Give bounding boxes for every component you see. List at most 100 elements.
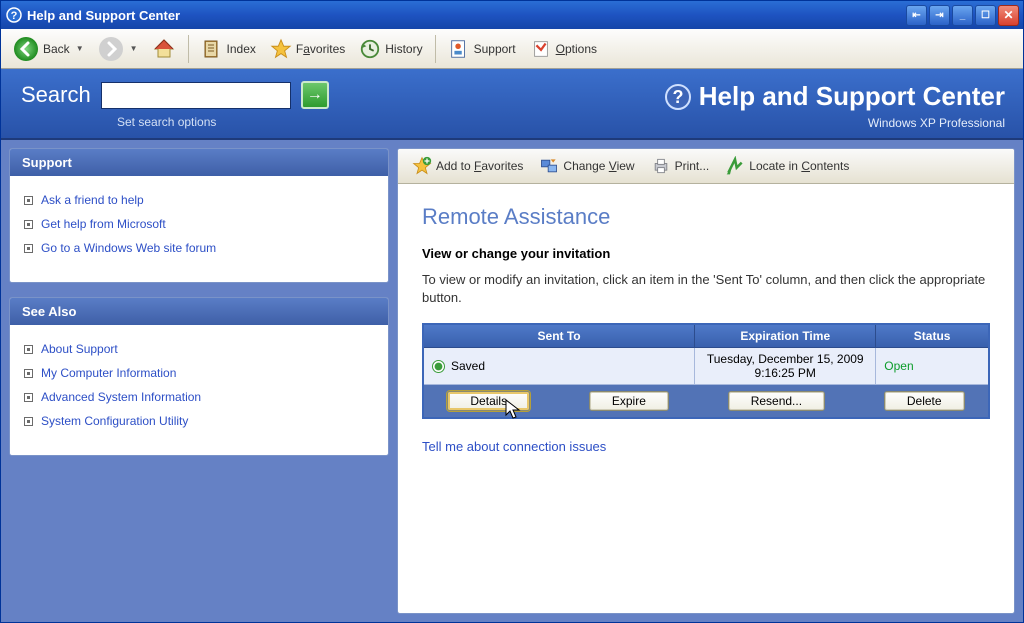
content-text: To view or modify an invitation, click a… [422,271,990,307]
svg-text:?: ? [672,87,683,107]
list-item: Go to a Windows Web site forum [24,236,374,260]
window-buttons: ⇤ ⇥ _ ☐ ✕ [906,5,1019,26]
page-title: Help and Support Center [699,81,1005,112]
print-button[interactable]: Print... [645,153,716,179]
content-subheading: View or change your invitation [422,246,990,261]
col-expiration: Expiration Time [695,324,876,348]
support-panel: Support Ask a friend to help Get help fr… [9,148,389,283]
options-icon [530,38,552,60]
invitation-radio[interactable] [432,360,445,373]
history-button[interactable]: History [353,35,428,63]
set-search-options-link[interactable]: Set search options [117,115,329,129]
home-button[interactable] [146,34,182,64]
star-plus-icon [412,156,432,176]
search-left: Search → Set search options [21,81,329,129]
table-row[interactable]: Saved Tuesday, December 15, 2009 9:16:25… [423,348,989,385]
expire-button[interactable]: Expire [589,391,669,411]
seealso-panel: See Also About Support My Computer Infor… [9,297,389,456]
advanced-system-info-link[interactable]: Advanced System Information [41,390,201,404]
minimize-button[interactable]: _ [952,5,973,26]
support-button[interactable]: Support [442,35,522,63]
locate-in-contents-button[interactable]: Locate in Contents [719,153,855,179]
help-support-window: ? Help and Support Center ⇤ ⇥ _ ☐ ✕ Back… [0,0,1024,623]
arrow-right-icon: → [307,86,323,104]
dock-right-button[interactable]: ⇥ [929,5,950,26]
add-fav-label: Add to Favorites [436,159,523,173]
index-button[interactable]: Index [195,35,262,63]
print-label: Print... [675,159,710,173]
panel-header-support: Support [10,149,388,176]
titlebar: ? Help and Support Center ⇤ ⇥ _ ☐ ✕ [1,1,1023,29]
history-label: History [385,42,422,56]
dock-left-button[interactable]: ⇤ [906,5,927,26]
close-button[interactable]: ✕ [998,5,1019,26]
locate-icon [725,156,745,176]
add-to-favorites-button[interactable]: Add to Favorites [406,153,529,179]
windows-forum-link[interactable]: Go to a Windows Web site forum [41,241,216,255]
body-area: Support Ask a friend to help Get help fr… [1,140,1023,622]
support-label: Support [474,42,516,56]
col-status: Status [876,324,989,348]
expiration-value: Tuesday, December 15, 2009 9:16:25 PM [695,348,876,385]
list-item: My Computer Information [24,361,374,385]
change-view-label: Change View [563,159,634,173]
system-config-utility-link[interactable]: System Configuration Utility [41,414,188,428]
forward-button[interactable]: ▼ [92,33,144,65]
index-label: Index [227,42,256,56]
ask-friend-link[interactable]: Ask a friend to help [41,193,144,207]
about-support-link[interactable]: About Support [41,342,118,356]
list-item: Advanced System Information [24,385,374,409]
get-help-microsoft-link[interactable]: Get help from Microsoft [41,217,166,231]
support-icon [448,38,470,60]
bullet-icon [24,220,33,229]
toolbar-separator [435,35,436,63]
header-right: ? Help and Support Center Windows XP Pro… [665,81,1005,130]
toolbar-separator [188,35,189,63]
favorites-button[interactable]: Favorites [264,35,351,63]
my-computer-info-link[interactable]: My Computer Information [41,366,176,380]
back-icon [13,36,39,62]
favorites-label: Favorites [296,42,345,56]
options-label: Options [556,42,597,56]
content-area: Add to Favorites Change View Print... [397,148,1015,614]
history-icon [359,38,381,60]
printer-icon [651,156,671,176]
bullet-icon [24,244,33,253]
list-item: System Configuration Utility [24,409,374,433]
dropdown-icon: ▼ [130,44,138,53]
back-button[interactable]: Back ▼ [7,33,90,65]
left-column: Support Ask a friend to help Get help fr… [9,148,389,614]
list-item: Ask a friend to help [24,188,374,212]
content-toolbar: Add to Favorites Change View Print... [398,149,1014,184]
index-icon [201,38,223,60]
bullet-icon [24,345,33,354]
search-go-button[interactable]: → [301,81,329,109]
search-input[interactable] [101,82,291,109]
help-icon: ? [5,6,23,24]
resend-button[interactable]: Resend... [728,391,825,411]
button-row: Details Expire Resend... Delete [423,385,989,419]
bullet-icon [24,369,33,378]
back-label: Back [43,42,70,56]
search-header: Search → Set search options ? Help and S… [1,69,1023,140]
bullet-icon [24,417,33,426]
list-item: About Support [24,337,374,361]
help-icon: ? [665,84,691,110]
connection-issues-link[interactable]: Tell me about connection issues [422,439,606,454]
change-view-icon [539,156,559,176]
locate-label: Locate in Contents [749,159,849,173]
window-title: Help and Support Center [27,8,906,23]
sent-to-value: Saved [451,359,485,373]
change-view-button[interactable]: Change View [533,153,640,179]
dropdown-icon: ▼ [76,44,84,53]
search-label: Search [21,82,91,108]
options-button[interactable]: Options [524,35,603,63]
delete-button[interactable]: Delete [884,391,965,411]
panel-header-seealso: See Also [10,298,388,325]
status-value: Open [876,348,989,385]
bullet-icon [24,196,33,205]
svg-text:?: ? [11,10,18,22]
maximize-button[interactable]: ☐ [975,5,996,26]
details-button[interactable]: Details [447,391,530,411]
navigation-toolbar: Back ▼ ▼ Index Favorites [1,29,1023,69]
